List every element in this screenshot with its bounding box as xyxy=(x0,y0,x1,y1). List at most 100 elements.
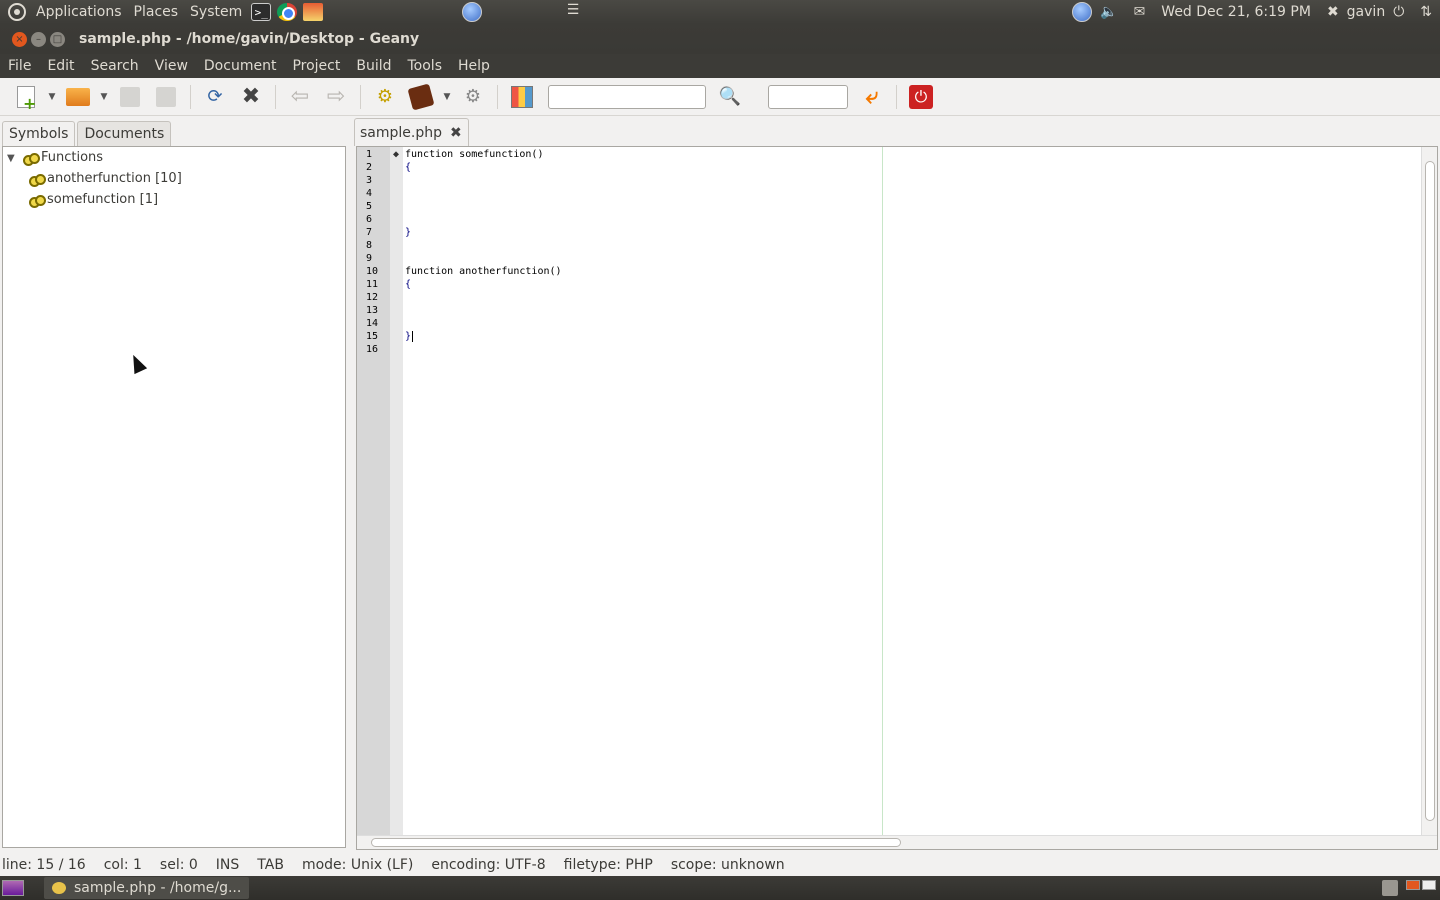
navigate-forward-button[interactable]: ⇨ xyxy=(323,84,349,110)
workspace-1[interactable] xyxy=(1406,880,1420,890)
browser-globe-icon[interactable] xyxy=(462,2,482,22)
code-line[interactable]: 13 xyxy=(357,304,1417,317)
tab-sample-php[interactable]: sample.php ✖ xyxy=(354,118,469,146)
code-line[interactable]: 11 { xyxy=(357,278,1417,291)
power-icon[interactable]: ⏻ xyxy=(1385,4,1412,20)
system-menu[interactable]: System xyxy=(184,4,248,20)
search-button[interactable]: 🔍 xyxy=(717,84,743,110)
code-line[interactable]: 1 ◆ function somefunction() xyxy=(357,148,1417,161)
close-file-button[interactable]: ✖ xyxy=(238,84,264,110)
workspace-2[interactable] xyxy=(1422,880,1436,890)
clock[interactable]: Wed Dec 21, 6:19 PM xyxy=(1153,4,1319,20)
line-number: 2 xyxy=(366,162,373,173)
color-chooser-button[interactable] xyxy=(509,84,535,110)
transfer-icon[interactable]: ⇅ xyxy=(1412,4,1440,20)
tree-node-label: Functions xyxy=(41,150,104,165)
fold-marker-icon[interactable]: ◆ xyxy=(393,148,399,161)
horizontal-scrollbar[interactable] xyxy=(357,835,1437,849)
menu-tools[interactable]: Tools xyxy=(400,58,451,74)
network-icon[interactable]: ☰ xyxy=(562,2,584,22)
code-line[interactable]: 9 xyxy=(357,252,1417,265)
run-button[interactable]: ⚙ xyxy=(460,84,486,110)
maximize-window-button[interactable]: □ xyxy=(50,31,65,47)
quit-button[interactable]: ⏻ xyxy=(908,84,934,110)
compile-button[interactable]: ⚙ xyxy=(372,84,398,110)
menu-document[interactable]: Document xyxy=(196,58,285,74)
jump-to-line-button[interactable]: ⤶ xyxy=(859,84,885,110)
horizontal-scroll-thumb[interactable] xyxy=(371,838,901,847)
build-button[interactable] xyxy=(407,83,435,110)
new-file-icon xyxy=(17,85,36,113)
show-desktop-icon[interactable] xyxy=(2,880,24,896)
volume-icon[interactable]: 🔈 xyxy=(1092,4,1125,20)
line-number: 4 xyxy=(366,188,373,199)
minimize-window-button[interactable]: – xyxy=(31,31,46,47)
user-name[interactable]: gavin xyxy=(1347,4,1386,20)
save-button[interactable] xyxy=(117,84,143,110)
save-all-button[interactable] xyxy=(153,84,179,110)
line-number: 11 xyxy=(366,279,379,290)
line-number: 5 xyxy=(366,201,373,212)
goto-line-input[interactable] xyxy=(768,84,848,109)
vertical-scroll-thumb[interactable] xyxy=(1425,161,1435,821)
applications-menu[interactable]: Applications xyxy=(30,4,128,20)
open-file-button[interactable] xyxy=(65,84,91,110)
tab-documents[interactable]: Documents xyxy=(77,121,172,146)
code-line[interactable]: 10 function anotherfunction() xyxy=(357,265,1417,278)
status-indent: TAB xyxy=(257,857,284,873)
trash-icon[interactable] xyxy=(1382,880,1398,896)
tree-item-anotherfunction[interactable]: anotherfunction [10] xyxy=(3,168,345,189)
window-title-bar: × – □ sample.php - /home/gavin/Desktop -… xyxy=(0,24,1440,54)
code-line[interactable]: 6 xyxy=(357,213,1417,226)
close-tab-icon[interactable]: ✖ xyxy=(450,125,462,141)
status-insert-mode: INS xyxy=(215,857,240,873)
menu-help[interactable]: Help xyxy=(450,58,498,74)
code-line[interactable]: 3 xyxy=(357,174,1417,187)
vertical-scrollbar[interactable] xyxy=(1421,147,1437,835)
code-line[interactable]: 4 xyxy=(357,187,1417,200)
build-dropdown[interactable]: ▼ xyxy=(442,84,452,110)
menu-build[interactable]: Build xyxy=(348,58,399,74)
user-status-icon[interactable]: ✖ xyxy=(1319,4,1347,20)
tree-item-label: anotherfunction [10] xyxy=(47,171,182,186)
open-recent-dropdown[interactable]: ▼ xyxy=(99,84,109,110)
code-line[interactable]: 7} xyxy=(357,226,1417,239)
expander-down-icon[interactable]: ▼ xyxy=(7,153,17,164)
code-line[interactable]: 12 xyxy=(357,291,1417,304)
menu-file[interactable]: File xyxy=(0,58,39,74)
code-line[interactable]: 8 xyxy=(357,239,1417,252)
places-menu[interactable]: Places xyxy=(128,4,185,20)
search-input[interactable] xyxy=(548,84,706,109)
taskbar-window-button[interactable]: sample.php - /home/g... xyxy=(44,877,250,899)
indicator-globe-icon[interactable] xyxy=(1072,2,1093,22)
mail-icon[interactable]: ✉ xyxy=(1126,4,1154,20)
reload-button[interactable]: ⟳ xyxy=(202,84,228,110)
code-line[interactable]: 2{ xyxy=(357,161,1417,174)
new-file-dropdown[interactable]: ▼ xyxy=(47,84,57,110)
terminal-icon[interactable]: >_ xyxy=(251,3,272,21)
menu-edit[interactable]: Edit xyxy=(39,58,82,74)
menu-search[interactable]: Search xyxy=(83,58,147,74)
geany-icon xyxy=(52,882,66,894)
line-number: 6 xyxy=(366,214,373,225)
chrome-icon[interactable] xyxy=(277,3,298,21)
build-icon xyxy=(407,83,435,110)
code-editor[interactable]: 1 ◆ function somefunction() 2{3 4 5 6 7} 8 9 10 fun… xyxy=(356,146,1438,850)
code-line[interactable]: 14 xyxy=(357,317,1417,330)
ubuntu-logo-icon[interactable] xyxy=(8,3,26,21)
tree-node-functions[interactable]: ▼ Functions xyxy=(3,147,345,168)
code-line[interactable]: 15} xyxy=(357,330,1417,343)
line-number: 1 xyxy=(366,149,373,160)
line-number: 14 xyxy=(366,318,379,329)
navigate-back-button[interactable]: ⇦ xyxy=(287,84,313,110)
menu-project[interactable]: Project xyxy=(284,58,348,74)
code-line[interactable]: 5 xyxy=(357,200,1417,213)
tree-item-somefunction[interactable]: somefunction [1] xyxy=(3,189,345,210)
close-window-button[interactable]: × xyxy=(12,31,27,47)
code-line[interactable]: 16 xyxy=(357,343,1417,356)
launcher-icon[interactable] xyxy=(303,3,324,21)
menu-view[interactable]: View xyxy=(147,58,196,74)
tab-symbols[interactable]: Symbols xyxy=(2,121,76,146)
new-file-button[interactable] xyxy=(13,84,39,113)
toolbar-separator xyxy=(896,84,897,109)
